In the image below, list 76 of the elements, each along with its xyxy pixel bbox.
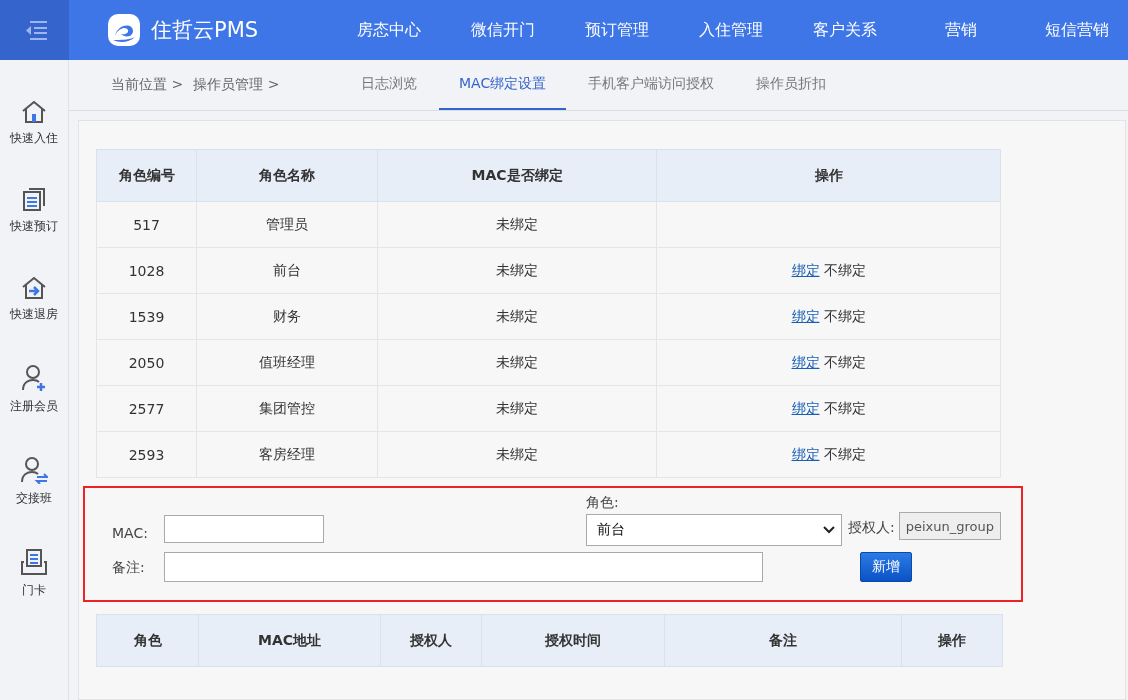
table-cell: 值班经理 [196,339,378,386]
tab[interactable]: 操作员折扣 [736,60,847,110]
unbind-text: 不绑定 [823,353,866,370]
column-header: 授权人 [380,614,482,667]
tab[interactable]: MAC绑定设置 [439,60,567,110]
field-label: MAC: [112,525,149,543]
table-cell: 管理员 [196,201,378,248]
role-select[interactable]: 前台 [586,514,842,546]
nav-item[interactable]: 短信营销 [1035,19,1119,41]
nav-item[interactable]: 入住管理 [689,19,773,41]
authorizer-field: peixun_group [898,512,1001,540]
bind-link[interactable]: 绑定 [791,307,820,324]
breadcrumb-item: 当前位置 > [111,76,184,94]
sidebar-item[interactable]: 快速入住 [0,100,68,147]
user-add-icon [21,364,47,392]
table-cell: 1028 [96,247,197,294]
bind-link[interactable]: 绑定 [791,353,820,370]
column-header: 角色名称 [196,149,378,202]
table-cell: 未绑定 [377,201,657,248]
column-header: 备注 [664,614,902,667]
table-cell: 前台 [196,247,378,294]
column-header: 角色编号 [96,149,197,202]
field-label: 角色: [586,494,620,512]
field-label: 备注: [112,559,146,577]
card-reader-icon [20,548,48,576]
column-header: MAC是否绑定 [377,149,657,202]
nav-item[interactable]: 客户关系 [803,19,887,41]
note-input-field[interactable] [164,552,763,582]
sidebar-item[interactable]: 门卡 [0,548,68,599]
nav-item[interactable]: 营销 [917,19,1005,41]
bind-link[interactable]: 绑定 [791,261,820,278]
nav-item[interactable]: 房态中心 [347,19,431,41]
table-cell: 未绑定 [377,385,657,432]
table-cell: 517 [96,201,197,248]
menu-button[interactable] [0,0,69,60]
table-cell: 未绑定 [377,293,657,340]
table-cell: 未绑定 [377,339,657,386]
field-label: 授权人: [848,519,895,537]
column-header: 角色 [96,614,199,667]
mac-input-field[interactable] [164,515,324,543]
table-cell: 2593 [96,431,197,478]
nav-item[interactable]: 预订管理 [575,19,659,41]
sidebar-item[interactable]: 注册会员 [0,364,68,415]
brand-name: 住哲云PMS [151,17,259,44]
column-header: 操作 [656,149,1001,202]
house-icon [21,100,47,124]
logo-icon [107,13,141,47]
chevron-down-icon [823,526,835,534]
sidebar-item[interactable]: 交接班 [0,456,68,507]
unbind-text: 不绑定 [823,445,866,462]
sidebar-item[interactable]: 快速预订 [0,188,68,235]
add-button[interactable]: 新增 [860,552,912,582]
table-cell: 客房经理 [196,431,378,478]
table-cell: 集团管控 [196,385,378,432]
unbind-text: 不绑定 [823,307,866,324]
table-cell: 1539 [96,293,197,340]
tab[interactable]: 手机客户端访问授权 [568,60,735,110]
column-header: MAC地址 [198,614,381,667]
column-header: 操作 [901,614,1003,667]
sidebar-item[interactable]: 快速退房 [0,276,68,323]
table-cell: 未绑定 [377,431,657,478]
bind-link[interactable]: 绑定 [791,445,820,462]
document-icon [22,188,46,212]
breadcrumb-item: 操作员管理 > [193,76,280,94]
table-cell: 2050 [96,339,197,386]
column-header: 授权时间 [481,614,665,667]
tab[interactable]: 日志浏览 [341,60,437,110]
bind-link[interactable]: 绑定 [791,399,820,416]
house-arrow-icon [21,276,47,300]
table-cell: 财务 [196,293,378,340]
nav-item[interactable]: 微信开门 [461,19,545,41]
unbind-text: 不绑定 [823,261,866,278]
unbind-text: 不绑定 [823,399,866,416]
table-cell: 2577 [96,385,197,432]
user-swap-icon [20,456,48,484]
table-cell: 未绑定 [377,247,657,294]
